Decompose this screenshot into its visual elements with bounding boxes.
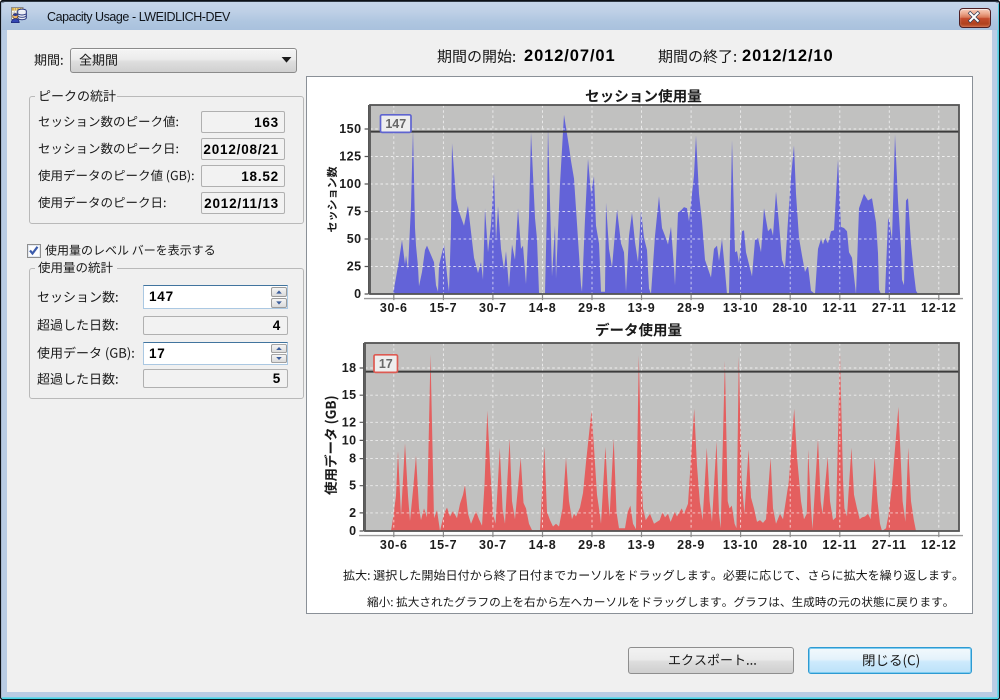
- svg-text:28-9: 28-9: [677, 538, 705, 552]
- svg-text:18: 18: [342, 361, 357, 375]
- svg-text:0: 0: [349, 524, 356, 538]
- svg-text:12-12: 12-12: [921, 538, 956, 552]
- svg-text:14-8: 14-8: [529, 538, 557, 552]
- svg-text:13-9: 13-9: [628, 538, 656, 552]
- svg-text:2: 2: [349, 506, 356, 520]
- svg-text:12-11: 12-11: [822, 538, 857, 552]
- svg-text:28-10: 28-10: [772, 538, 807, 552]
- svg-text:27-11: 27-11: [872, 538, 907, 552]
- svg-text:5: 5: [349, 479, 356, 493]
- svg-text:30-7: 30-7: [479, 538, 507, 552]
- svg-text:29-8: 29-8: [578, 538, 606, 552]
- svg-text:17: 17: [379, 357, 393, 371]
- svg-text:13-10: 13-10: [723, 538, 758, 552]
- svg-text:15: 15: [342, 388, 357, 402]
- svg-text:15-7: 15-7: [429, 538, 457, 552]
- svg-text:12: 12: [342, 415, 357, 429]
- svg-text:30-6: 30-6: [380, 538, 408, 552]
- svg-text:10: 10: [342, 433, 357, 447]
- svg-text:8: 8: [349, 452, 356, 466]
